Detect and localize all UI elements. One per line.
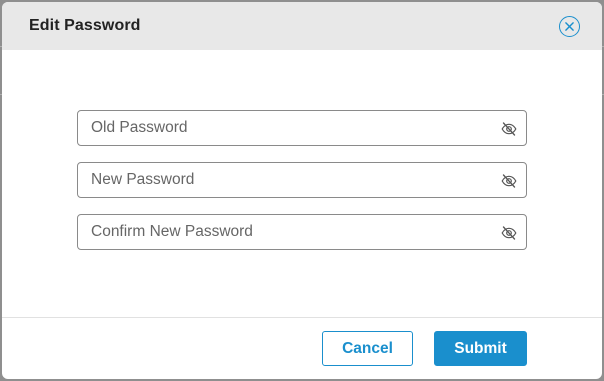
eye-slash-icon[interactable] bbox=[501, 226, 517, 240]
close-button[interactable] bbox=[559, 16, 580, 37]
close-icon bbox=[565, 22, 574, 31]
eye-slash-icon[interactable] bbox=[501, 174, 517, 188]
dialog-header: Edit Password bbox=[2, 2, 602, 50]
confirm-password-input[interactable] bbox=[78, 215, 526, 249]
footer-divider bbox=[2, 317, 602, 318]
new-password-input[interactable] bbox=[78, 163, 526, 197]
submit-button[interactable]: Submit bbox=[434, 331, 527, 366]
old-password-input[interactable] bbox=[78, 111, 526, 145]
confirm-password-field bbox=[77, 214, 527, 250]
old-password-field bbox=[77, 110, 527, 146]
eye-slash-icon[interactable] bbox=[501, 122, 517, 136]
dialog-title: Edit Password bbox=[29, 17, 141, 34]
new-password-field bbox=[77, 162, 527, 198]
cancel-button[interactable]: Cancel bbox=[322, 331, 413, 366]
edit-password-dialog: Edit Password Cancel Submit bbox=[2, 2, 602, 379]
